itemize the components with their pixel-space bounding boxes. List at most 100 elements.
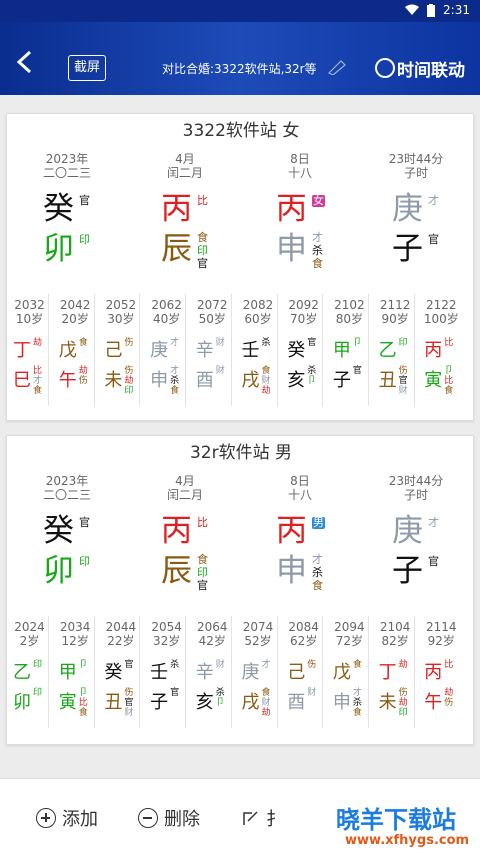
pillar-header: 4月 闰二月	[145, 474, 225, 502]
luck-age: 60岁	[244, 312, 272, 326]
edit-icon	[243, 811, 258, 825]
luck-pillar[interactable]: 2044 22岁癸官丑伤官财	[102, 616, 141, 728]
heavenly-stem: 丙	[161, 191, 192, 227]
heavenly-stem: 癸	[43, 513, 74, 549]
edit-button[interactable]: 扌	[242, 805, 284, 831]
luck-pillar[interactable]: 2064 42岁辛财亥杀卩	[194, 616, 232, 728]
luck-branch-hidden-god: 食	[33, 386, 43, 396]
luck-stem-tags: 食	[353, 660, 367, 670]
luck-pillar[interactable]: 2094 72岁戊食申才杀食	[331, 616, 369, 728]
branch-hidden-god: 杀	[312, 244, 323, 257]
add-button[interactable]: 添加	[36, 805, 98, 831]
luck-year: 2074	[242, 620, 274, 634]
luck-branch-hidden-god: 劫	[124, 376, 134, 386]
branch-hidden-god: 杀	[312, 566, 323, 579]
battery-icon	[427, 3, 436, 17]
luck-pillars-row: 2024 2岁乙印卯印 2034 12岁甲卩寅卩比食 2044 22岁癸官丑伤官财 2054…	[7, 616, 475, 728]
luck-age: 32岁	[152, 634, 181, 648]
time-link-label[interactable]: 时间联动	[397, 56, 465, 81]
screenshot-button[interactable]: 截屏	[68, 55, 106, 81]
luck-stem: 丙	[424, 662, 443, 683]
pencil-icon	[327, 60, 346, 75]
back-arrow-icon[interactable]	[14, 50, 36, 74]
luck-pillar[interactable]: 2092 70岁癸官亥杀卩	[285, 294, 324, 406]
luck-year: 2104	[379, 620, 411, 634]
luck-age: 10岁	[15, 312, 44, 326]
luck-pillar[interactable]: 2062 40岁庚才申才杀食	[148, 294, 187, 406]
branch-cell: 卯印	[27, 232, 107, 272]
luck-branch: 丑	[104, 692, 123, 713]
luck-pillar[interactable]: 2082 60岁壬杀戌食财劫	[240, 294, 278, 406]
luck-branch-hidden-god: 财	[215, 366, 225, 376]
luck-pillar[interactable]: 2102 80岁甲卩子官	[331, 294, 369, 406]
luck-pillar[interactable]: 2084 62岁己伤酉财	[285, 616, 324, 728]
status-time: 2:31	[443, 3, 470, 17]
luck-year: 2084	[288, 620, 319, 634]
luck-pillar[interactable]: 2122 100岁丙比寅卩比食	[422, 294, 460, 406]
luck-branch-hidden-god: 伤	[124, 366, 134, 376]
luck-branch: 丑	[378, 370, 397, 391]
luck-age: 62岁	[290, 634, 318, 648]
luck-branch-hidden-god: 劫	[444, 688, 454, 698]
luck-stem-ten-god: 官	[307, 338, 317, 348]
add-label: 添加	[62, 809, 98, 830]
luck-age: 22岁	[107, 634, 135, 648]
luck-pillar[interactable]: 2112 90岁乙印丑伤官财	[377, 294, 415, 406]
time-link-radio[interactable]	[375, 58, 395, 78]
luck-branch-hidden-god: 伤	[78, 376, 88, 386]
pillar-date: 23时44分	[388, 474, 444, 488]
luck-stem-tags: 杀	[262, 338, 276, 348]
branch-hidden-god: 食	[312, 257, 323, 270]
delete-button[interactable]: 删除	[138, 805, 200, 831]
luck-stem-ten-god: 杀	[261, 338, 271, 348]
luck-pillar[interactable]: 2052 30岁己伤未伤劫印	[102, 294, 141, 406]
luck-stem-ten-god: 劫	[33, 338, 43, 348]
luck-branch-hidden-god: 才	[170, 366, 180, 376]
pillar-lunar-date: 十八	[287, 166, 312, 180]
luck-branch-hidden-god: 杀	[215, 688, 225, 698]
luck-stem-ten-god: 食	[352, 660, 362, 670]
pillar-header: 8日 十八	[260, 152, 340, 180]
luck-age: 52岁	[244, 634, 272, 648]
stem-cell: 丙比	[145, 192, 225, 228]
luck-stem-tags: 官	[124, 660, 138, 670]
luck-branch-hidden-god: 官	[398, 376, 408, 386]
luck-stem-ten-god: 劫	[398, 660, 408, 670]
luck-stem: 庚	[241, 662, 260, 683]
heavenly-stem: 庚	[392, 191, 423, 227]
luck-stem-tags: 印	[399, 338, 413, 348]
luck-branch: 午	[58, 370, 77, 391]
stem-ten-god: 官	[79, 516, 90, 529]
luck-year: 2052	[105, 298, 137, 312]
earthly-branch: 卯	[43, 231, 74, 267]
luck-branch-hidden-god: 比	[78, 698, 88, 708]
luck-pillar[interactable]: 2104 82岁丁劫未伤劫印	[377, 616, 415, 728]
luck-branch-tags: 伤官财	[124, 688, 138, 718]
heavenly-stem: 丙	[276, 191, 307, 227]
luck-stem-tags: 印	[33, 660, 47, 670]
luck-branch-tags: 财	[307, 688, 321, 698]
luck-age: 100岁	[423, 312, 459, 326]
luck-stem-tags: 劫	[399, 660, 413, 670]
wifi-icon	[405, 4, 420, 15]
luck-branch-hidden-god: 官	[352, 366, 362, 376]
luck-branch-hidden-god: 财	[124, 708, 134, 718]
branch-hidden-god: 官	[428, 555, 439, 568]
luck-stem-ten-god: 官	[124, 660, 134, 670]
chart-card-female: 3322软件站 女 2023年 二〇二三癸官卯印 4月 闰二月丙比辰食印官 8日 十八丙女申…	[6, 113, 474, 421]
luck-branch-tags: 食财劫	[262, 688, 276, 718]
luck-pillar[interactable]: 2042 20岁戊食午劫伤	[57, 294, 95, 406]
branch-cell: 卯印	[27, 554, 107, 594]
luck-pillar[interactable]: 2054 32岁壬杀子官	[148, 616, 187, 728]
luck-stem: 甲	[332, 340, 351, 361]
luck-stem: 庚	[150, 340, 169, 361]
luck-stem-tags: 才	[262, 660, 276, 670]
pillar-date: 8日	[290, 152, 310, 166]
luck-branch-hidden-god: 杀	[170, 376, 180, 386]
luck-pillar[interactable]: 2072 50岁辛财酉财	[194, 294, 232, 406]
luck-pillar[interactable]: 2074 52岁庚才戌食财劫	[240, 616, 278, 728]
luck-pillar[interactable]: 2114 92岁丙比午劫伤	[422, 616, 460, 728]
luck-pillar[interactable]: 2024 2岁乙印卯印	[11, 616, 49, 728]
luck-pillar[interactable]: 2032 10岁丁劫巳比才食	[11, 294, 49, 406]
luck-pillar[interactable]: 2034 12岁甲卩寅卩比食	[57, 616, 95, 728]
